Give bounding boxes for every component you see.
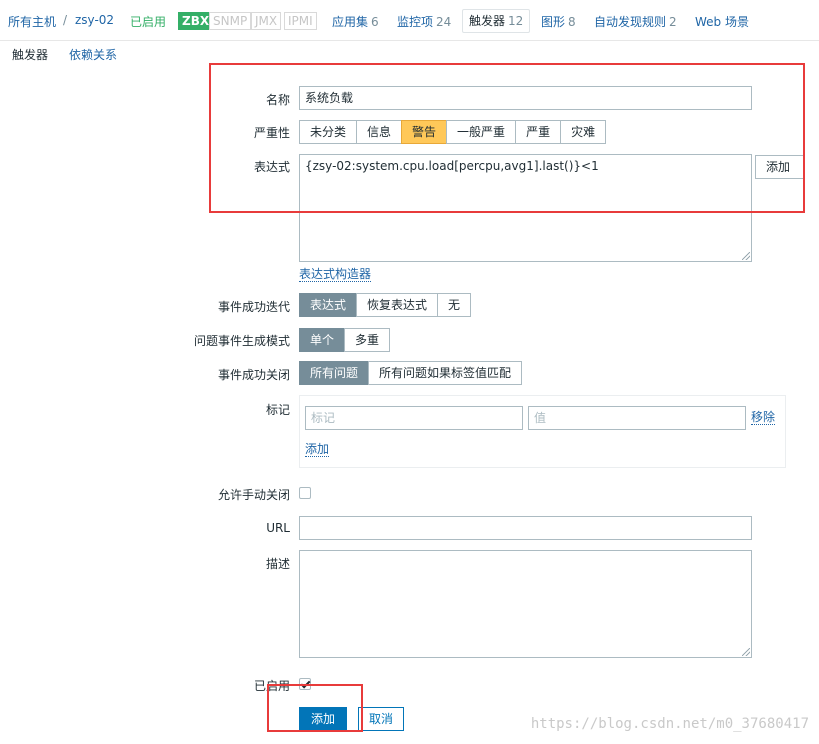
severity-selector: 未分类 信息 警告 一般严重 严重 灾难 xyxy=(299,120,607,144)
nav-discovery-rules[interactable]: 自动发现规则 2 xyxy=(594,13,677,30)
expression-text: {zsy-02:system.cpu.load[percpu,avg1].las… xyxy=(305,159,599,173)
protocol-ipmi-badge: IPMI xyxy=(284,12,317,30)
severity-disaster[interactable]: 灾难 xyxy=(560,120,607,144)
name-input[interactable]: 系统负载 xyxy=(299,86,752,110)
nav-graphs-count: 8 xyxy=(568,15,576,29)
nav-items-label: 监控项 xyxy=(397,15,434,29)
problem-event-mode-label: 问题事件生成模式 xyxy=(193,334,290,348)
tag-remove-link[interactable]: 移除 xyxy=(751,410,776,425)
ok-event-closes-selector: 所有问题 所有问题如果标签值匹配 xyxy=(299,361,523,385)
trigger-form: 名称 系统负载 严重性 未分类 信息 警告 一般严重 严重 灾难 表达式 {zs… xyxy=(0,71,819,744)
ok-event-none[interactable]: 无 xyxy=(437,293,472,317)
nav-triggers[interactable]: 触发器 12 xyxy=(462,9,531,33)
tab-dependencies[interactable]: 依赖关系 xyxy=(69,47,117,69)
tag-add-link[interactable]: 添加 xyxy=(305,442,330,457)
tag-name-input[interactable]: 标记 xyxy=(305,406,523,430)
problem-mode-single[interactable]: 单个 xyxy=(299,328,346,352)
tags-container: 标记 值 移除 添加 xyxy=(299,395,786,468)
tag-value-placeholder: 值 xyxy=(534,411,547,425)
breadcrumb-separator: / xyxy=(63,13,68,27)
ok-closes-tag-match[interactable]: 所有问题如果标签值匹配 xyxy=(368,361,523,385)
manual-close-label: 允许手动关闭 xyxy=(217,488,290,502)
name-label: 名称 xyxy=(265,93,290,107)
expression-constructor-link[interactable]: 表达式构造器 xyxy=(299,267,372,282)
enabled-label: 已启用 xyxy=(253,679,290,693)
problem-mode-multiple[interactable]: 多重 xyxy=(344,328,391,352)
host-navigation-bar: 所有主机 / zsy-02 已启用 ZBX SNMP JMX IPMI 应用集 6… xyxy=(0,0,819,41)
manual-close-checkbox[interactable] xyxy=(299,487,311,499)
ok-event-generation-selector: 表达式 恢复表达式 无 xyxy=(299,293,472,317)
expression-add-button[interactable]: 添加 xyxy=(755,155,805,179)
breadcrumb-host[interactable]: zsy-02 xyxy=(75,13,114,27)
tag-name-placeholder: 标记 xyxy=(311,411,336,425)
nav-applications-count: 6 xyxy=(371,15,379,29)
nav-items[interactable]: 监控项 24 xyxy=(397,13,451,30)
url-input[interactable] xyxy=(299,516,752,540)
nav-graphs[interactable]: 图形 8 xyxy=(541,13,576,30)
url-label: URL xyxy=(266,521,290,535)
nav-discovery-label: 自动发现规则 xyxy=(594,15,667,29)
severity-warning[interactable]: 警告 xyxy=(401,120,448,144)
severity-average[interactable]: 一般严重 xyxy=(446,120,517,144)
protocol-zbx-badge: ZBX xyxy=(178,12,214,30)
description-label: 描述 xyxy=(265,557,290,571)
nav-items-count: 24 xyxy=(436,15,452,29)
problem-event-mode-selector: 单个 多重 xyxy=(299,328,391,352)
ok-event-closes-label: 事件成功关闭 xyxy=(217,368,290,382)
resize-handle-icon[interactable] xyxy=(742,252,750,260)
ok-event-generation-label: 事件成功迭代 xyxy=(217,300,290,314)
description-textarea[interactable] xyxy=(299,550,752,658)
nav-graphs-label: 图形 xyxy=(541,15,566,29)
protocol-snmp-badge: SNMP xyxy=(209,12,252,30)
enabled-checkbox[interactable] xyxy=(299,678,311,690)
tags-label: 标记 xyxy=(265,403,290,417)
expression-textarea[interactable]: {zsy-02:system.cpu.load[percpu,avg1].las… xyxy=(299,154,752,262)
ok-closes-all-problems[interactable]: 所有问题 xyxy=(299,361,370,385)
form-tabs: 触发器 依赖关系 xyxy=(0,41,819,74)
ok-event-expression[interactable]: 表达式 xyxy=(299,293,358,317)
severity-label: 严重性 xyxy=(253,126,290,140)
watermark-text: https://blog.csdn.net/m0_37680417 xyxy=(530,716,809,732)
tab-trigger[interactable]: 触发器 xyxy=(12,47,49,74)
nav-web-scenarios[interactable]: Web 场景 xyxy=(695,13,749,30)
resize-handle-icon[interactable] xyxy=(742,648,750,656)
protocol-jmx-badge: JMX xyxy=(251,12,282,30)
ok-event-recovery-expression[interactable]: 恢复表达式 xyxy=(356,293,439,317)
severity-not-classified[interactable]: 未分类 xyxy=(299,120,358,144)
nav-triggers-label: 触发器 xyxy=(469,14,506,28)
tag-value-input[interactable]: 值 xyxy=(528,406,746,430)
expression-label: 表达式 xyxy=(253,160,290,174)
severity-high[interactable]: 严重 xyxy=(515,120,562,144)
add-button[interactable]: 添加 xyxy=(299,707,348,731)
cancel-button[interactable]: 取消 xyxy=(358,707,405,731)
host-status-enabled[interactable]: 已启用 xyxy=(130,13,166,30)
nav-discovery-count: 2 xyxy=(669,15,677,29)
nav-triggers-count: 12 xyxy=(508,14,524,28)
severity-information[interactable]: 信息 xyxy=(356,120,403,144)
breadcrumb-all-hosts[interactable]: 所有主机 xyxy=(8,13,56,30)
nav-applications[interactable]: 应用集 6 xyxy=(332,13,379,30)
nav-applications-label: 应用集 xyxy=(332,15,369,29)
